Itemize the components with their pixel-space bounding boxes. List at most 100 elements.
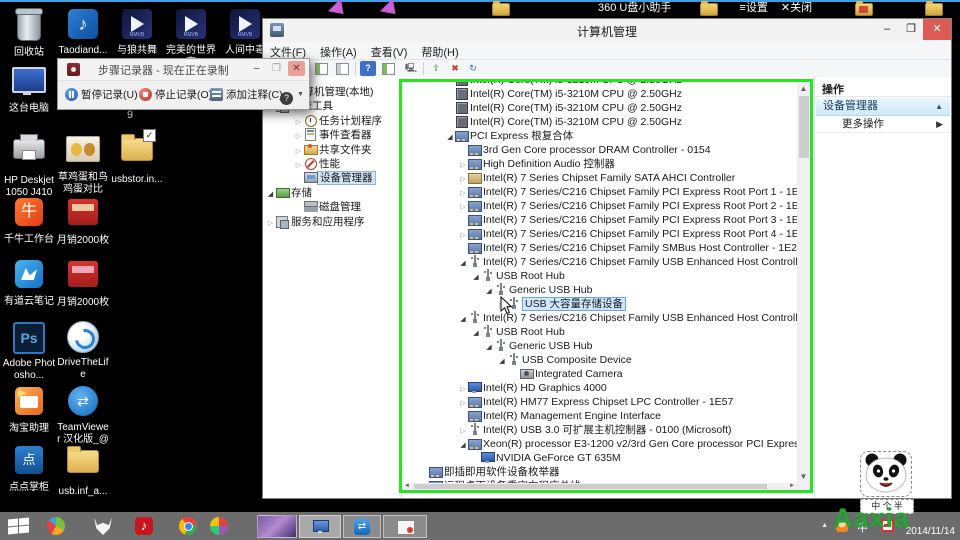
taskbar-chrome-icon[interactable] xyxy=(179,517,197,535)
desktop-icon-youdao[interactable]: 有道云笔记 xyxy=(2,258,56,308)
add-comment-button[interactable]: 添加注释(C) xyxy=(210,85,283,105)
desktop-icon-this-pc[interactable]: 这台电脑 xyxy=(2,64,56,115)
show-console-tree-icon[interactable] xyxy=(313,61,329,76)
device-tree-item[interactable]: 3rd Gen Core processor DRAM Controller -… xyxy=(402,143,711,157)
recorder-maximize-button[interactable]: ❐ xyxy=(268,61,285,76)
usb-helper-close[interactable]: ✕关闭 xyxy=(781,2,812,14)
scroll-up-icon[interactable]: ▲ xyxy=(797,82,810,95)
device-tree-item[interactable]: NVIDIA GeForce GT 635M xyxy=(402,451,621,465)
collapse-icon[interactable]: ▲ xyxy=(935,98,943,115)
console-tree-item[interactable]: 设备管理器 xyxy=(263,171,376,186)
menu-item[interactable]: 查看(V) xyxy=(364,42,415,60)
close-button[interactable]: ✕ xyxy=(923,19,951,40)
device-tree-item[interactable]: ▷ Intel(R) 7 Series/C216 Chipset Family P… xyxy=(402,227,797,241)
device-tree-item[interactable]: ◢ Xeon(R) processor E3-1200 v2/3rd Gen Co… xyxy=(402,437,797,451)
device-tree-item[interactable]: ▷ Intel(R) USB 3.0 可扩展主机控制器 - 0100 (Micro… xyxy=(402,423,732,437)
desktop-icon-printer[interactable]: HP Deskjet 1050 J410 xyxy=(2,132,56,199)
device-tree-item[interactable]: Integrated Camera xyxy=(402,367,623,381)
desktop-icon-picture[interactable]: 草鸡蛋和鸟鸡蛋对比 xyxy=(56,132,110,196)
taskbar-360-safety-icon[interactable] xyxy=(47,517,65,535)
desktop-icon-folder[interactable]: usb.inf_a... xyxy=(56,444,110,498)
scrollbar-thumb[interactable] xyxy=(414,484,767,489)
view-panel-icon[interactable] xyxy=(380,61,396,76)
desktop-icon-recycle-bin[interactable]: 回收站 xyxy=(2,8,56,59)
desktop-icon-drivethelife[interactable]: DriveTheLife xyxy=(56,320,110,381)
scroll-right-icon[interactable]: ► xyxy=(787,483,797,490)
video-file-icon[interactable] xyxy=(380,0,402,21)
show-action-pane-icon[interactable] xyxy=(334,61,350,76)
device-tree-item[interactable]: 即插即用软件设备枚举器 xyxy=(402,465,560,479)
device-tree-item[interactable]: Intel(R) Management Engine Interface xyxy=(402,409,661,423)
device-tree-item[interactable]: ▷ Intel(R) 7 Series Chipset Family SATA A… xyxy=(402,171,735,185)
folder-app-icon[interactable] xyxy=(855,1,873,16)
scroll-down-icon[interactable]: ▼ xyxy=(797,470,810,483)
maximize-button[interactable]: ❐ xyxy=(899,19,923,40)
taskbar-computer-management-button[interactable] xyxy=(299,515,341,538)
taskbar-steps-recorder-button[interactable] xyxy=(383,515,427,538)
pause-record-button[interactable]: 暂停记录(U) xyxy=(65,85,138,105)
device-tree-item[interactable]: ▷ Intel(R) HD Graphics 4000 xyxy=(402,381,607,395)
chevron-down-icon[interactable]: ▼ xyxy=(297,85,304,105)
recorder-minimize-button[interactable]: – xyxy=(248,61,265,76)
console-tree-item[interactable]: ▷ 事件查看器 xyxy=(263,128,372,142)
device-tree-item[interactable]: ◢ Intel(R) 7 Series/C216 Chipset Family U… xyxy=(402,311,797,325)
console-tree-item[interactable]: ▷ 性能 xyxy=(263,157,340,171)
folder-icon[interactable] xyxy=(492,1,510,16)
device-tree-item[interactable]: ◢ PCI Express 根复合体 xyxy=(402,129,573,143)
device-tree-item[interactable]: ▷ Intel(R) 7 Series/C216 Chipset Family P… xyxy=(402,185,797,199)
desktop-icon-diandian[interactable]: 点点掌柜 xyxy=(2,444,56,494)
scan-hardware-changes-icon[interactable]: ↻ xyxy=(465,61,481,76)
scroll-left-icon[interactable]: ◄ xyxy=(402,483,412,490)
console-tree-item[interactable]: 磁盘管理 xyxy=(263,200,361,214)
device-tree-item[interactable]: ◢ USB Composite Device xyxy=(402,353,632,367)
stop-record-button[interactable]: 停止记录(O) xyxy=(139,85,212,105)
console-tree-item[interactable]: ◢ 存储 xyxy=(263,186,312,200)
help-icon[interactable]: ? xyxy=(360,61,376,76)
menu-item[interactable]: 操作(A) xyxy=(313,42,364,60)
tray-expand-icon[interactable]: ▲ xyxy=(821,522,828,529)
desktop-icon-red-card[interactable]: 月销2000枚 xyxy=(56,196,110,247)
title-bar[interactable]: 计算机管理 – ❐ ✕ xyxy=(263,19,951,42)
console-tree-item[interactable]: ▷ 共享文件夹 xyxy=(263,143,372,157)
video-file-icon[interactable] xyxy=(328,0,350,21)
actions-section-device-manager[interactable]: 设备管理器 ▲ xyxy=(816,98,950,116)
desktop-icon-taobao[interactable]: 淘宝助理 xyxy=(2,385,56,435)
recorder-close-button[interactable]: ✕ xyxy=(288,61,305,76)
scrollbar-thumb[interactable] xyxy=(798,96,809,158)
device-tree-item[interactable]: ◢ USB Root Hub xyxy=(402,269,565,283)
device-tree-item[interactable]: ◢ Generic USB Hub xyxy=(402,339,592,353)
device-tree-item[interactable]: Intel(R) Core(TM) i5-3210M CPU @ 2.50GHz xyxy=(402,115,682,129)
device-tree-item[interactable]: ◢ Generic USB Hub xyxy=(402,283,592,297)
usb-helper-settings[interactable]: ≡设置 xyxy=(739,2,767,14)
taskbar-netease-music-icon[interactable]: ♪ xyxy=(135,517,153,535)
device-tree-item[interactable]: Intel(R) Core(TM) i5-3210M CPU @ 2.50GHz xyxy=(402,101,682,115)
desktop-icon-photoshop[interactable]: Adobe Photosho... xyxy=(2,320,56,382)
desktop-icon-red-card2[interactable]: 月销2000枚 xyxy=(56,258,110,309)
start-button[interactable] xyxy=(8,517,30,535)
tray-date[interactable]: 2014/11/14 xyxy=(906,526,955,537)
taskbar-360-browser-icon[interactable] xyxy=(210,517,228,535)
desktop-icon-folder-check[interactable]: usbstor.in... xyxy=(110,129,164,186)
taskbar-anime-viewer-button[interactable] xyxy=(257,515,297,538)
device-tree-item[interactable]: ▷USB 大容量存储设备 xyxy=(402,297,627,311)
device-properties-icon[interactable]: 🖳 xyxy=(403,61,419,76)
device-tree-item[interactable]: ▷ Intel(R) HM77 Express Chipset LPC Contr… xyxy=(402,395,733,409)
menu-item[interactable]: 帮助(H) xyxy=(414,42,465,60)
recorder-help-button[interactable]: ? xyxy=(280,85,296,105)
horizontal-scrollbar[interactable]: ◄ ► xyxy=(402,483,797,490)
vertical-scrollbar[interactable]: ▲ ▼ xyxy=(797,82,810,483)
device-tree-item[interactable]: ▷ Intel(R) 7 Series/C216 Chipset Family P… xyxy=(402,199,797,213)
minimize-button[interactable]: – xyxy=(875,19,899,40)
folder-icon[interactable] xyxy=(925,1,943,16)
uninstall-device-icon[interactable]: ✖ xyxy=(447,61,463,76)
desktop-icon-video-rmvb[interactable]: 与狼共舞 xyxy=(110,8,164,57)
desktop-icon-qianniu[interactable]: 千牛工作台 xyxy=(2,196,56,246)
device-tree-item[interactable]: ▷ High Definition Audio 控制器 xyxy=(402,157,615,171)
device-tree-item[interactable]: Intel(R) 7 Series/C216 Chipset Family SM… xyxy=(402,241,797,255)
console-tree-item[interactable]: ▷ 任务计划程序 xyxy=(263,114,382,128)
device-tree-item[interactable]: Intel(R) 7 Series/C216 Chipset Family PC… xyxy=(402,213,797,227)
console-tree-item[interactable]: ▷ 服务和应用程序 xyxy=(263,215,365,229)
update-driver-icon[interactable]: ⇧ xyxy=(428,61,444,76)
device-tree-item[interactable]: ◢ USB Root Hub xyxy=(402,325,565,339)
more-actions-item[interactable]: 更多操作 ▶ xyxy=(816,116,950,133)
